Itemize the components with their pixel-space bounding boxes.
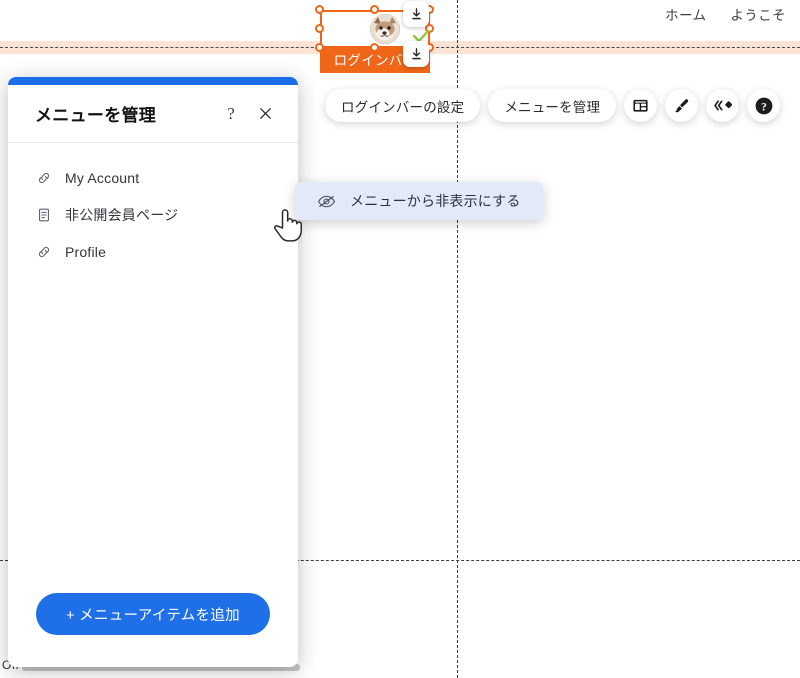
resize-handle-tc[interactable]	[370, 5, 379, 14]
list-item[interactable]: My Account	[8, 159, 298, 196]
context-menu-item-label[interactable]: メニューから非表示にする	[350, 191, 521, 211]
list-item[interactable]: Profile	[8, 233, 298, 270]
context-menu: メニューから非表示にする	[295, 182, 543, 220]
element-toolbar: ログインバーの設定 メニューを管理	[325, 89, 780, 122]
panel-accent-bar	[8, 77, 298, 85]
help-icon[interactable]: ?	[747, 89, 780, 122]
list-item[interactable]: 非公開会員ページ	[8, 196, 298, 233]
dock-to-bottom-icon[interactable]	[403, 41, 429, 67]
dog-avatar-image	[370, 14, 400, 44]
panel-help-icon[interactable]: ?	[218, 101, 244, 127]
list-item-label: My Account	[65, 170, 139, 186]
list-item-label: 非公開会員ページ	[65, 205, 178, 225]
resize-handle-bc[interactable]	[370, 43, 379, 52]
login-bar-settings-button[interactable]: ログインバーの設定	[325, 89, 480, 122]
resize-handle-ml[interactable]	[315, 24, 324, 33]
add-menu-item-button[interactable]: + メニューアイテムを追加	[36, 593, 270, 635]
page-icon	[35, 206, 52, 223]
dock-to-top-icon[interactable]	[403, 1, 429, 27]
editor-canvas: ホーム ようこそ ログ	[0, 0, 800, 678]
list-item-label: Profile	[65, 244, 106, 260]
panel-header: メニューを管理 ?	[8, 85, 298, 143]
resize-handle-bl[interactable]	[315, 43, 324, 52]
close-icon[interactable]	[252, 101, 278, 127]
layout-icon[interactable]	[624, 89, 657, 122]
site-nav: ホーム ようこそ	[665, 4, 786, 24]
panel-footer: + メニューアイテムを追加	[8, 593, 298, 667]
eye-hidden-icon	[317, 194, 336, 209]
brush-icon[interactable]	[665, 89, 698, 122]
link-icon	[35, 169, 52, 186]
manage-menu-button[interactable]: メニューを管理	[488, 89, 616, 122]
panel-title: メニューを管理	[35, 101, 210, 126]
svg-text:?: ?	[761, 101, 767, 113]
resize-handle-tl[interactable]	[315, 5, 324, 14]
animation-icon[interactable]	[706, 89, 739, 122]
nav-item-home[interactable]: ホーム	[665, 4, 706, 24]
manage-menu-panel: メニューを管理 ? My Account	[8, 77, 298, 667]
menu-items-list: My Account 非公開会員ページ Pr	[8, 143, 298, 593]
nav-item-welcome[interactable]: ようこそ	[730, 4, 786, 24]
link-icon	[35, 243, 52, 260]
